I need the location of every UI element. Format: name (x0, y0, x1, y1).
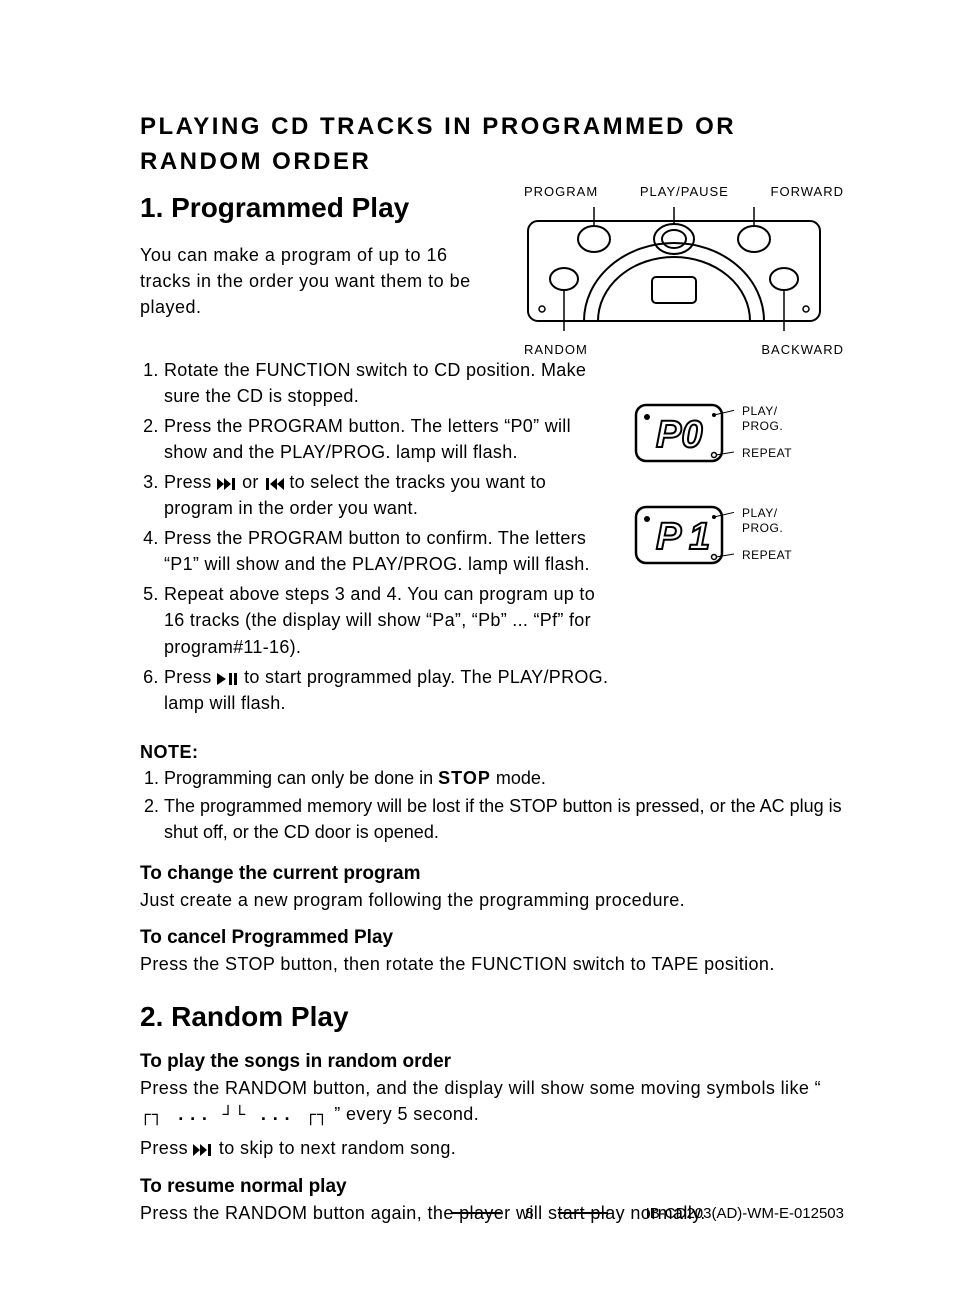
label-random: RANDOM (524, 342, 588, 357)
label-program: PROGRAM (524, 184, 598, 199)
random-play-heading: To play the songs in random order (140, 1051, 844, 1073)
skip-forward-icon (193, 1144, 213, 1156)
lcd1-repeat-label: REPEAT (742, 548, 792, 563)
step-5: Repeat above steps 3 and 4. You can prog… (164, 581, 614, 659)
page-footer: 8 IB-CD203(AD)-WM-E-012503 (140, 1205, 844, 1222)
label-play-pause: PLAY/PAUSE (640, 184, 729, 199)
panel-illustration (524, 201, 824, 331)
lcd-display-p1: P 1 PLAY/ PROG. REPEAT (634, 503, 844, 567)
skip-backward-icon (264, 478, 284, 490)
control-panel-diagram: PROGRAM PLAY/PAUSE FORWARD (524, 184, 844, 357)
label-forward: FORWARD (771, 184, 844, 199)
step-6: Press to start programmed play. The PLAY… (164, 664, 614, 716)
change-program-heading: To change the current program (140, 863, 844, 885)
note-list: Programming can only be done in STOP mod… (140, 765, 844, 845)
page-title: PLAYING CD TRACKS IN PROGRAMMED OR RANDO… (140, 110, 844, 180)
svg-text:P0: P0 (656, 414, 702, 456)
document-id: IB-CD203(AD)-WM-E-012503 (646, 1205, 844, 1222)
step-3: Press or to select the tracks you want t… (164, 469, 614, 521)
change-program-text: Just create a new program following the … (140, 887, 844, 913)
step-2: Press the PROGRAM button. The letters “P… (164, 413, 614, 465)
footer-rule-right (558, 1212, 608, 1214)
note-heading: NOTE: (140, 742, 844, 763)
step-4: Press the PROGRAM button to confirm. The… (164, 525, 614, 577)
random-play-text: Press the RANDOM button, and the display… (140, 1075, 844, 1129)
section-1-heading: 1. Programmed Play (140, 192, 494, 224)
moving-symbols: ┌┐ ... ┘└ ... ┌┐ (140, 1106, 329, 1126)
note-2: The programmed memory will be lost if th… (164, 793, 844, 845)
svg-text:P: P (656, 516, 682, 558)
section-2-heading: 2. Random Play (140, 1001, 844, 1033)
section-1-intro: You can make a program of up to 16 track… (140, 242, 494, 320)
play-pause-icon (217, 673, 239, 685)
resume-heading: To resume normal play (140, 1176, 844, 1198)
lcd1-playprog-label: PLAY/ PROG. (742, 506, 792, 536)
cancel-program-text: Press the STOP button, then rotate the F… (140, 951, 844, 977)
label-backward: BACKWARD (761, 342, 844, 357)
skip-text: Press to skip to next random song. (140, 1135, 844, 1161)
lcd-display-p0: P0 PLAY/ PROG. REPEAT (634, 401, 844, 465)
step-1: Rotate the FUNCTION switch to CD positio… (164, 357, 614, 409)
cancel-program-heading: To cancel Programmed Play (140, 927, 844, 949)
footer-rule-left (451, 1212, 501, 1214)
note-1: Programming can only be done in STOP mod… (164, 765, 844, 791)
lcd0-repeat-label: REPEAT (742, 446, 792, 461)
svg-text:1: 1 (689, 516, 710, 558)
programmed-play-steps: Rotate the FUNCTION switch to CD positio… (140, 357, 614, 716)
page-number: 8 (519, 1205, 539, 1222)
skip-forward-icon (217, 478, 237, 490)
lcd0-playprog-label: PLAY/ PROG. (742, 404, 792, 434)
